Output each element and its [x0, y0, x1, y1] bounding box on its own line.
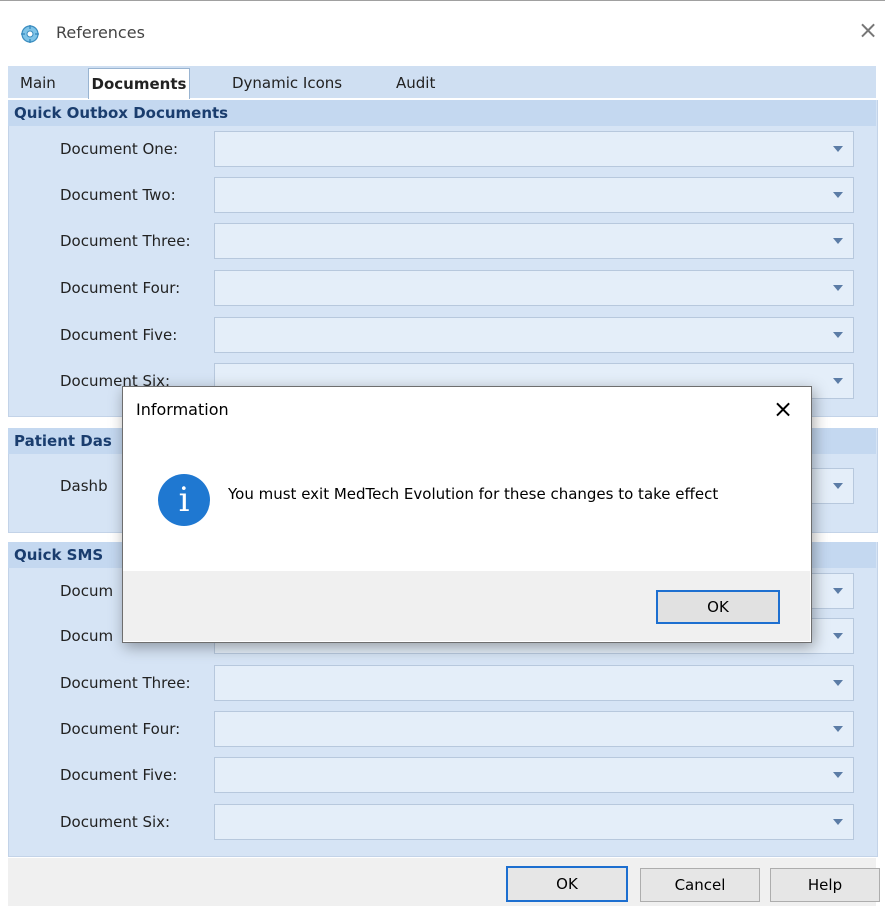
- dialog-close-icon[interactable]: ×: [770, 396, 796, 422]
- chevron-down-icon: [833, 238, 843, 244]
- ok-button[interactable]: OK: [506, 866, 628, 902]
- chevron-down-icon: [833, 483, 843, 489]
- cancel-button[interactable]: Cancel: [640, 868, 760, 902]
- sms-document-three-label: Document Three:: [60, 674, 191, 692]
- outbox-document-four-label: Document Four:: [60, 279, 181, 297]
- dialog-ok-button[interactable]: OK: [656, 590, 780, 624]
- tab-documents[interactable]: Documents: [88, 68, 190, 99]
- outbox-document-one-select[interactable]: [214, 131, 854, 167]
- sms-document-two-label: Docum: [60, 627, 114, 645]
- chevron-down-icon: [833, 285, 843, 291]
- chevron-down-icon: [833, 726, 843, 732]
- chevron-down-icon: [833, 633, 843, 639]
- outbox-document-one-label: Document One:: [60, 140, 179, 158]
- sms-document-four-select[interactable]: [214, 711, 854, 747]
- outbox-document-three-label: Document Three:: [60, 232, 191, 250]
- sms-document-five-label: Document Five:: [60, 766, 178, 784]
- outbox-document-five-select[interactable]: [214, 317, 854, 353]
- dialog-title: Information: [136, 400, 229, 419]
- sms-document-one-label: Docum: [60, 582, 114, 600]
- sms-document-three-select[interactable]: [214, 665, 854, 701]
- tab-audit[interactable]: Audit: [396, 68, 435, 98]
- sms-document-four-label: Document Four:: [60, 720, 181, 738]
- outbox-document-four-select[interactable]: [214, 270, 854, 306]
- sms-document-six-label: Document Six:: [60, 813, 171, 831]
- info-glyph: i: [178, 480, 190, 520]
- app-settings-icon: [21, 25, 39, 43]
- chevron-down-icon: [833, 378, 843, 384]
- chevron-down-icon: [833, 772, 843, 778]
- chevron-down-icon: [833, 819, 843, 825]
- patient-dashboard-title: Patient Das: [14, 432, 112, 450]
- info-icon: i: [158, 474, 210, 526]
- quick-outbox-title: Quick Outbox Documents: [14, 104, 229, 122]
- chevron-down-icon: [833, 146, 843, 152]
- chevron-down-icon: [833, 192, 843, 198]
- window-title: References: [56, 23, 145, 42]
- tab-dynamic-icons[interactable]: Dynamic Icons: [232, 68, 342, 98]
- tab-main[interactable]: Main: [20, 68, 56, 98]
- outbox-document-two-label: Document Two:: [60, 186, 176, 204]
- outbox-document-five-label: Document Five:: [60, 326, 178, 344]
- chevron-down-icon: [833, 332, 843, 338]
- sms-document-six-select[interactable]: [214, 804, 854, 840]
- outbox-document-three-select[interactable]: [214, 223, 854, 259]
- outbox-document-two-select[interactable]: [214, 177, 854, 213]
- chevron-down-icon: [833, 588, 843, 594]
- sms-document-five-select[interactable]: [214, 757, 854, 793]
- chevron-down-icon: [833, 680, 843, 686]
- dashboard-label: Dashb: [60, 477, 108, 495]
- dialog-message: You must exit MedTech Evolution for thes…: [228, 485, 719, 503]
- quick-sms-title: Quick SMS: [14, 546, 104, 564]
- window-close-icon[interactable]: ×: [856, 18, 880, 42]
- help-button[interactable]: Help: [770, 868, 880, 902]
